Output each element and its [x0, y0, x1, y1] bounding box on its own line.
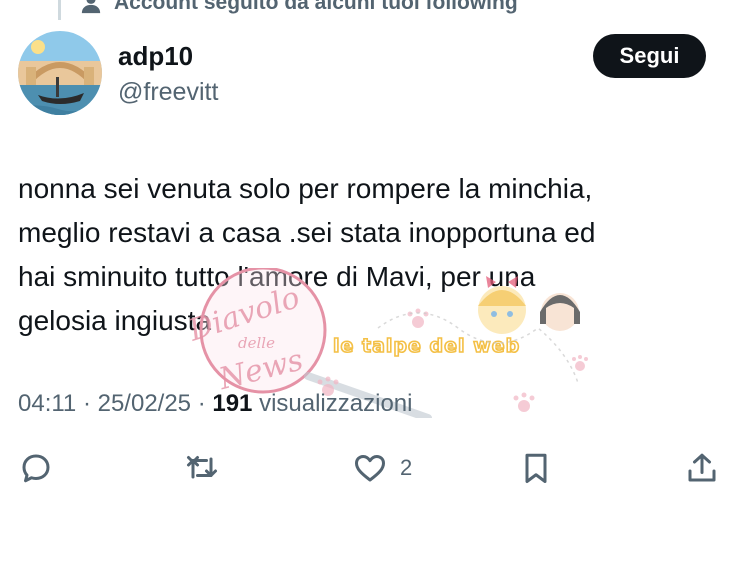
tweet-meta: 04:11 · 25/02/25 · 191 visualizzazioni	[18, 388, 412, 420]
share-button[interactable]	[684, 446, 720, 490]
heart-icon	[355, 454, 385, 482]
tweet-text: nonna sei venuta solo per rompere la min…	[18, 167, 718, 343]
meta-separator: ·	[76, 390, 98, 417]
views-label[interactable]: visualizzazioni	[252, 390, 412, 417]
tweet-time[interactable]: 04:11	[18, 390, 76, 417]
action-bar: 2	[0, 446, 739, 490]
venice-avatar	[18, 31, 102, 115]
tweet-line: gelosia ingiusta	[18, 305, 212, 336]
views-count[interactable]: 191	[212, 390, 252, 417]
tweet-line: hai sminuito tutto l'amore di Mavi, per …	[18, 261, 536, 292]
tweet-line: nonna sei venuta solo per rompere la min…	[18, 173, 593, 204]
tweet-date[interactable]: 25/02/25	[98, 390, 191, 417]
display-name[interactable]: adp10	[118, 40, 218, 72]
social-context: Account seguito da alcuni tuoi following	[80, 0, 518, 16]
reply-icon	[22, 454, 50, 483]
like-button[interactable]: 2	[352, 446, 412, 490]
social-context-text: Account seguito da alcuni tuoi following	[114, 0, 518, 14]
bookmark-button[interactable]	[518, 446, 554, 490]
user-info: adp10 @freevitt	[118, 40, 218, 108]
share-icon	[688, 453, 716, 482]
user-handle[interactable]: @freevitt	[118, 76, 218, 108]
bookmark-icon	[525, 453, 547, 483]
avatar[interactable]	[18, 31, 102, 115]
follow-button[interactable]: Segui	[593, 34, 706, 78]
reply-button[interactable]	[18, 446, 54, 490]
like-count: 2	[400, 455, 413, 480]
retweet-icon	[187, 456, 217, 479]
thread-connector-line	[58, 0, 61, 20]
tweet-line: meglio restavi a casa .sei stata inoppor…	[18, 217, 596, 248]
person-icon	[81, 0, 101, 14]
meta-separator: ·	[191, 390, 213, 417]
retweet-button[interactable]	[184, 446, 220, 490]
